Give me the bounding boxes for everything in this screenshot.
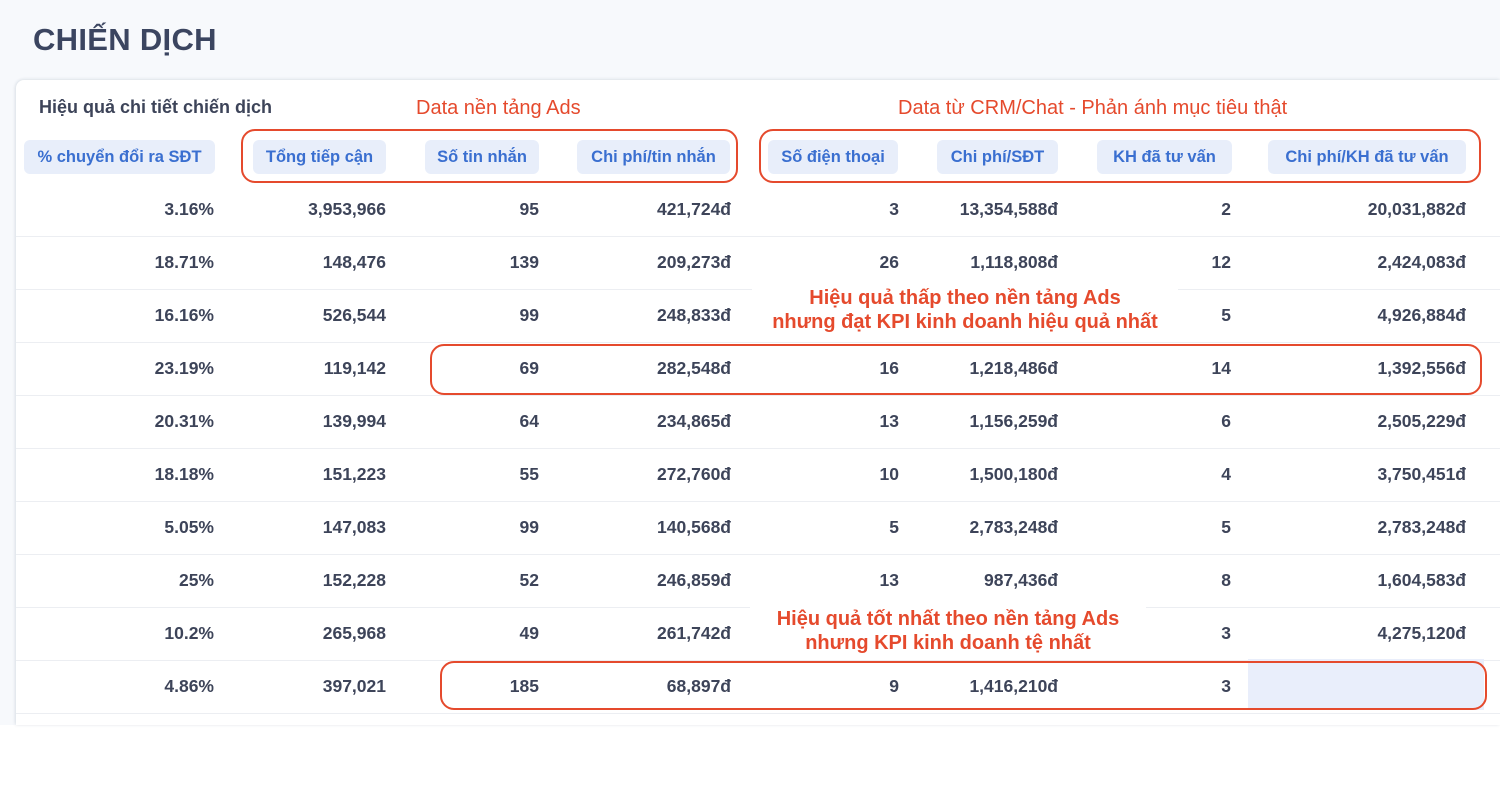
col-conversion-rate-header[interactable]: % chuyển đổi ra SĐT <box>24 140 215 174</box>
table-cell-cost-per-message: 209,273đ <box>657 252 731 272</box>
table-cell-conversion-rate: 5.05% <box>164 517 214 537</box>
table-cell-cost-per-consulted: 20,031,882đ <box>1367 199 1466 219</box>
row-highlight-box-low <box>430 344 1482 395</box>
table-cell-phone-count: 3 <box>889 199 899 219</box>
crm-data-label: Data từ CRM/Chat - Phản ánh mục tiêu thậ… <box>898 97 1288 119</box>
table-cell-cost-per-phone: 2,783,248đ <box>969 517 1058 537</box>
table-cell-conversion-rate: 3.16% <box>164 199 214 219</box>
table-cell-message-count: 139 <box>509 252 539 272</box>
table-cell-conversion-rate: 18.18% <box>154 464 214 484</box>
table-cell-conversion-rate: 23.19% <box>154 358 214 378</box>
table-cell-message-count: 64 <box>519 411 539 431</box>
table-cell-cost-per-consulted: 4,926,884đ <box>1377 305 1466 325</box>
table-cell-cost-per-phone: 13,354,588đ <box>959 199 1058 219</box>
table-cell-cost-per-message: 421,724đ <box>657 199 731 219</box>
table-cell-consulted-customers: 8 <box>1221 570 1231 590</box>
table-cell-message-count: 95 <box>519 199 539 219</box>
note-best-ads-efficiency: Hiệu quả tốt nhất theo nền tảng Ads nhưn… <box>750 607 1146 655</box>
table-cell-cost-per-message: 140,568đ <box>657 517 731 537</box>
table-cell-conversion-rate: 10.2% <box>164 623 214 643</box>
table-cell-conversion-rate: 20.31% <box>154 411 214 431</box>
ads-columns-highlight-box <box>241 129 738 183</box>
table-cell-conversion-rate: 18.71% <box>154 252 214 272</box>
table-cell-cost-per-message: 248,833đ <box>657 305 731 325</box>
table-cell-consulted-customers: 5 <box>1221 517 1231 537</box>
row-highlight-box-best <box>440 661 1487 710</box>
table-cell-conversion-rate: 4.86% <box>164 676 214 696</box>
table-cell-consulted-customers: 12 <box>1211 252 1231 272</box>
row-divider <box>16 713 1500 714</box>
crm-columns-highlight-box <box>759 129 1481 183</box>
table-cell-phone-count: 26 <box>879 252 899 272</box>
table-cell-cost-per-phone: 1,500,180đ <box>969 464 1058 484</box>
table-cell-phone-count: 13 <box>879 411 899 431</box>
page-title: CHIẾN DỊCH <box>33 22 217 57</box>
table-cell-cost-per-consulted: 2,783,248đ <box>1377 517 1466 537</box>
table-cell-conversion-rate: 16.16% <box>154 305 214 325</box>
table-cell-cost-per-consulted: 2,505,229đ <box>1377 411 1466 431</box>
table-cell-phone-count: 13 <box>879 570 899 590</box>
table-cell-consulted-customers: 4 <box>1221 464 1231 484</box>
table-cell-cost-per-message: 261,742đ <box>657 623 731 643</box>
table-cell-message-count: 99 <box>519 517 539 537</box>
table-cell-phone-count: 5 <box>889 517 899 537</box>
table-cell-cost-per-message: 246,859đ <box>657 570 731 590</box>
ads-data-label: Data nền tảng Ads <box>416 97 581 119</box>
table-cell-cost-per-phone: 1,156,259đ <box>969 411 1058 431</box>
note-low-ads-efficiency: Hiệu quả thấp theo nền tảng Ads nhưng đạ… <box>752 286 1178 334</box>
table-cell-phone-count: 10 <box>879 464 899 484</box>
table-cell-message-count: 99 <box>519 305 539 325</box>
table-cell-cost-per-consulted: 3,750,451đ <box>1377 464 1466 484</box>
table-cell-message-count: 52 <box>519 570 539 590</box>
table-cell-cost-per-phone: 987,436đ <box>984 570 1058 590</box>
table-cell-cost-per-consulted: 4,275,120đ <box>1377 623 1466 643</box>
table-cell-cost-per-consulted: 1,604,583đ <box>1377 570 1466 590</box>
table-cell-conversion-rate: 25% <box>178 570 214 590</box>
table-cell-cost-per-phone: 1,118,808đ <box>970 252 1058 272</box>
table-cell-message-count: 49 <box>519 623 539 643</box>
table-cell-message-count: 55 <box>519 464 539 484</box>
table-cell-consulted-customers: 6 <box>1221 411 1231 431</box>
card-title: Hiệu quả chi tiết chiến dịch <box>39 97 273 117</box>
table-cell-consulted-customers: 2 <box>1221 199 1231 219</box>
table-cell-cost-per-consulted: 2,424,083đ <box>1377 252 1466 272</box>
table-cell-cost-per-message: 234,865đ <box>657 411 731 431</box>
table-cell-cost-per-message: 272,760đ <box>657 464 731 484</box>
